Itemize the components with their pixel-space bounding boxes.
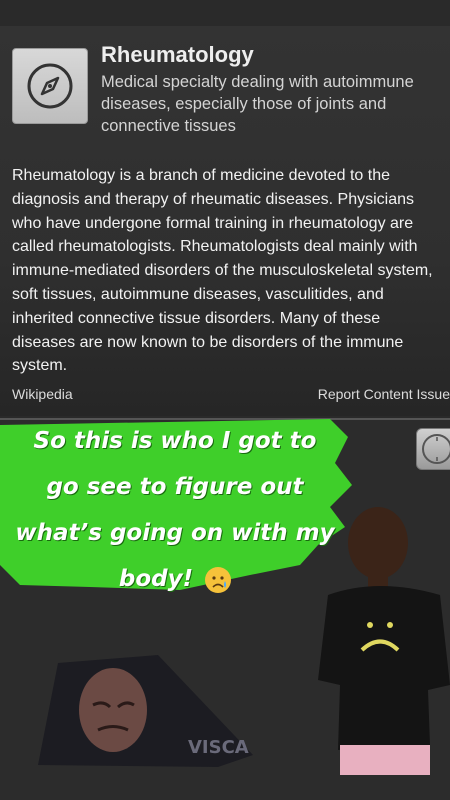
safari-app-icon[interactable] — [12, 48, 88, 124]
source-link[interactable]: Wikipedia — [12, 386, 73, 402]
result-subtitle: Medical specialty dealing with autoimmun… — [101, 73, 414, 135]
report-content-issue-link[interactable]: Report Content Issue — [318, 386, 450, 402]
caption-line-3: what’s going on with my — [15, 520, 335, 546]
crying-man-sticker: VISCA — [38, 655, 253, 767]
caption-line-4-row: body! — [0, 556, 350, 602]
result-title: Rheumatology — [101, 42, 254, 67]
compass-icon — [27, 63, 73, 109]
caption-line-2: go see to figure out — [46, 474, 304, 500]
person-sticker — [318, 507, 450, 775]
crying-face-emoji — [205, 566, 232, 593]
story-caption: So this is who I got to go see to figure… — [0, 418, 350, 602]
caption-line-1: So this is who I got to — [33, 428, 317, 454]
spotlight-result-card[interactable]: Rheumatology Medical specialty dealing w… — [0, 26, 450, 416]
caption-line-4: body! — [118, 566, 194, 592]
compass-small-icon — [422, 434, 450, 464]
crying-sticker-watermark: VISCA — [188, 737, 249, 758]
safari-small-icon[interactable] — [416, 428, 450, 470]
result-description: Rheumatology is a branch of medicine dev… — [12, 167, 433, 375]
